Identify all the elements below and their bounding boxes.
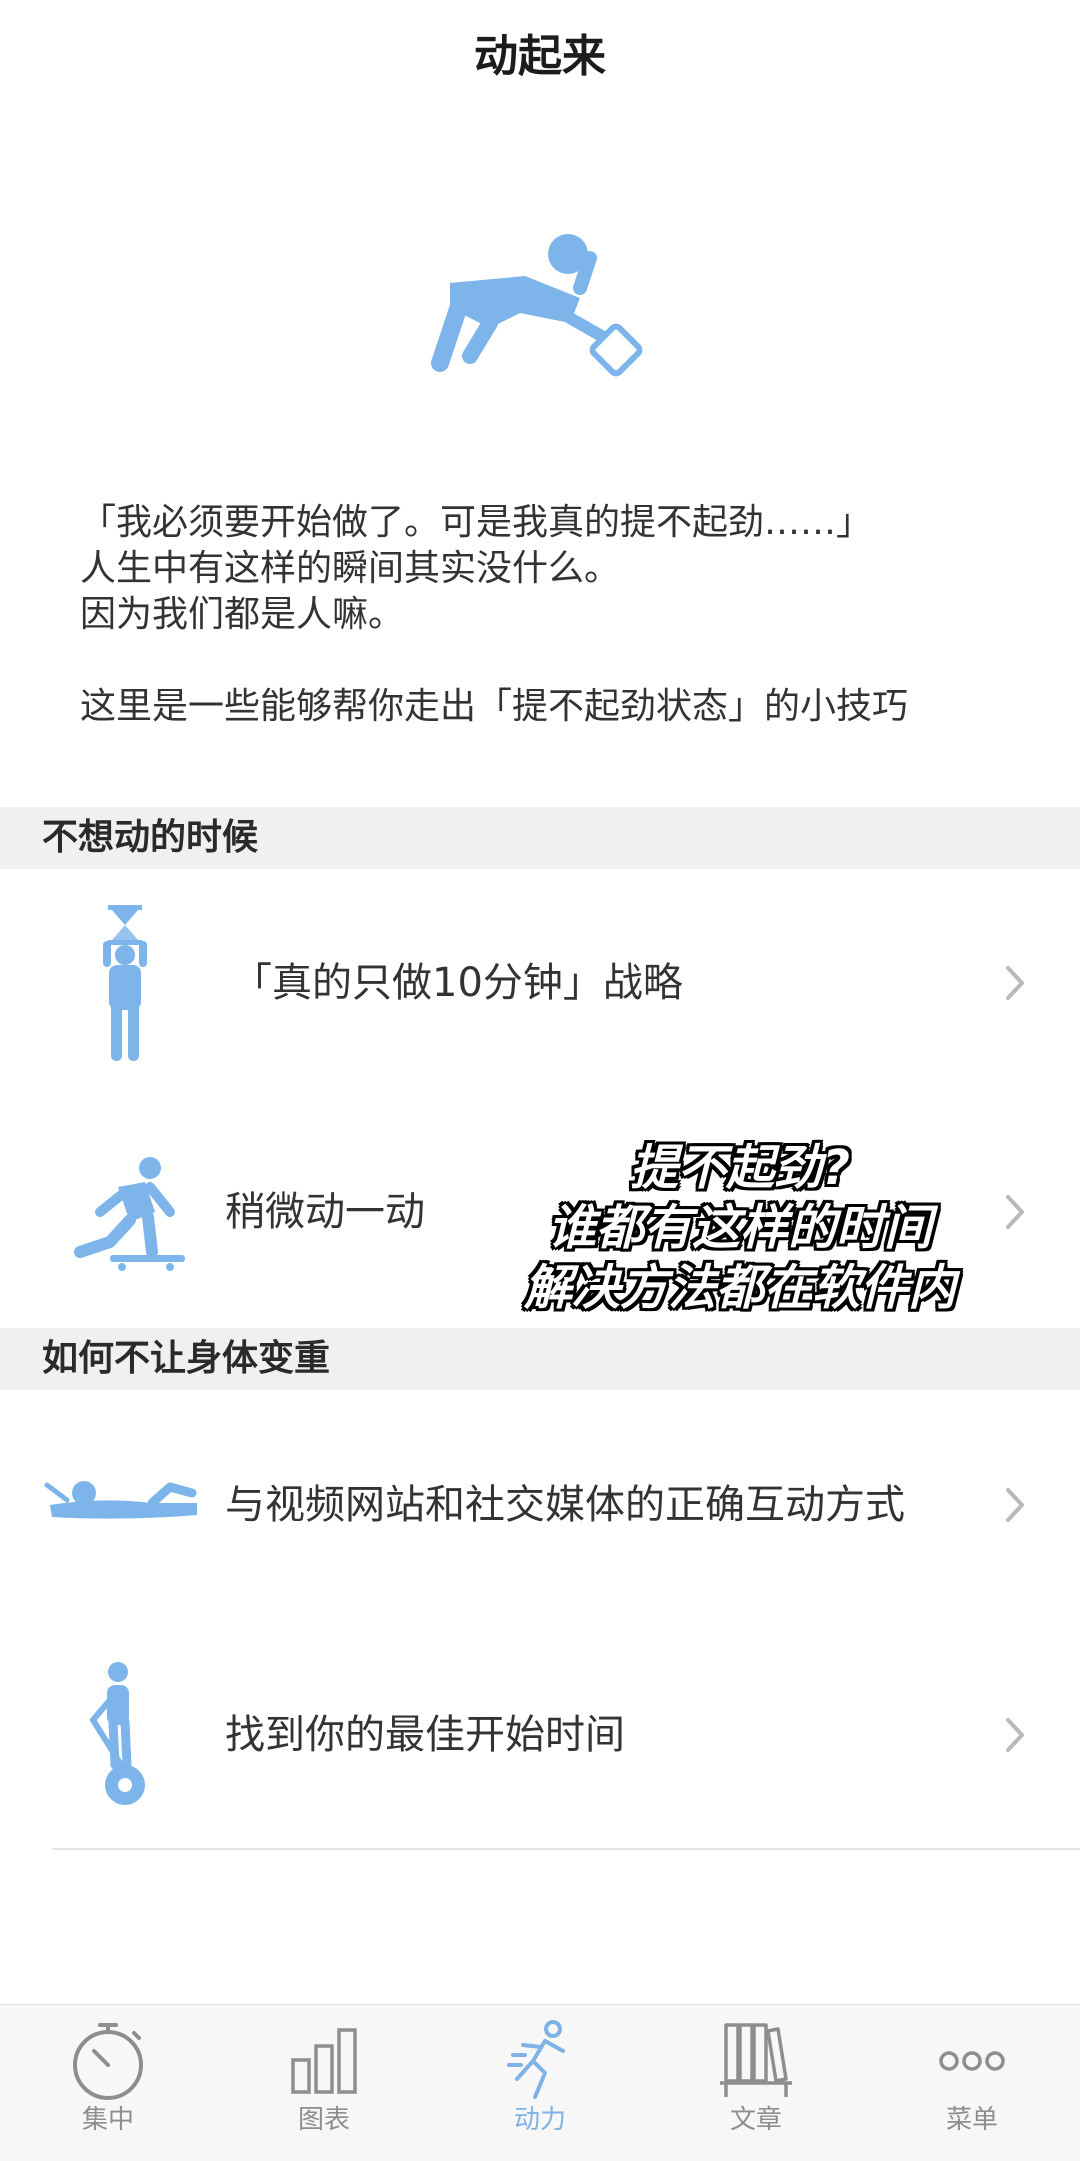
tab-motivation[interactable]: 动力 (432, 2005, 648, 2161)
chevron-right-icon (1006, 1488, 1024, 1522)
list-item-label: 与视频网站和社交媒体的正确互动方式 (225, 1482, 905, 1528)
segway-person-icon (85, 1635, 165, 1835)
tab-label: 文章 (729, 2105, 782, 2135)
tab-menu[interactable]: 菜单 (864, 2005, 1080, 2161)
tab-label: 图表 (297, 2105, 350, 2135)
promo-caption: 提不起劲? 谁都有这样的时间 解决方法都在软件内 (480, 1138, 1000, 1318)
lying-person-phone-icon (42, 1405, 202, 1605)
page-title: 动起来 (474, 31, 606, 82)
skateboarder-icon (70, 1112, 185, 1312)
intro-line: 这里是一些能够帮你走出「提不起劲状态」的小技巧 (80, 686, 909, 727)
divider (52, 1848, 1080, 1850)
tab-chart[interactable]: 图表 (216, 2005, 432, 2161)
reclining-person-phone-icon (430, 228, 660, 388)
hourglass-person-icon (95, 883, 155, 1083)
tab-label: 动力 (513, 2105, 566, 2135)
intro-line: 因为我们都是人嘛。 (80, 594, 405, 635)
list-item-label: 找到你的最佳开始时间 (225, 1712, 625, 1758)
list-item-ten-minute-strategy[interactable]: 「真的只做10分钟」战略 (0, 883, 1080, 1083)
more-dots-icon (864, 2015, 1080, 2107)
tab-bar: 集中 图表 动力 文章 菜单 (0, 2004, 1080, 2161)
chevron-right-icon (1006, 1718, 1024, 1752)
tab-articles[interactable]: 文章 (648, 2005, 864, 2161)
bookshelf-icon (648, 2015, 864, 2107)
list-item-label: 「真的只做10分钟」战略 (232, 960, 683, 1006)
tab-label: 菜单 (945, 2105, 998, 2135)
caption-line: 解决方法都在软件内 (523, 1260, 956, 1316)
chevron-right-icon (1006, 1195, 1024, 1229)
tab-focus[interactable]: 集中 (0, 2005, 216, 2161)
running-person-icon (432, 2015, 648, 2107)
bar-chart-icon (216, 2015, 432, 2107)
tab-label: 集中 (81, 2105, 134, 2135)
intro-line: 人生中有这样的瞬间其实没什么。 (80, 548, 621, 589)
chevron-right-icon (1006, 966, 1024, 1000)
caption-line: 谁都有这样的时间 (547, 1200, 932, 1256)
caption-line: 提不起劲? (630, 1140, 850, 1196)
screen: 动起来 「我必须要开始做了。可是我真的提不起劲……」 人生中有这样的瞬间其实没什… (0, 0, 1080, 2161)
stopwatch-icon (0, 2015, 216, 2107)
list-item-video-social-media[interactable]: 与视频网站和社交媒体的正确互动方式 (0, 1405, 1080, 1605)
section-header-body-weight: 如何不让身体变重 (0, 1328, 1080, 1390)
section-header-unmotivated: 不想动的时候 (0, 807, 1080, 869)
list-item-best-start-time[interactable]: 找到你的最佳开始时间 (0, 1635, 1080, 1835)
intro-line: 「我必须要开始做了。可是我真的提不起劲……」 (80, 502, 873, 543)
intro-text: 「我必须要开始做了。可是我真的提不起劲……」 人生中有这样的瞬间其实没什么。 因… (80, 500, 1020, 730)
list-item-label: 稍微动一动 (225, 1189, 425, 1235)
